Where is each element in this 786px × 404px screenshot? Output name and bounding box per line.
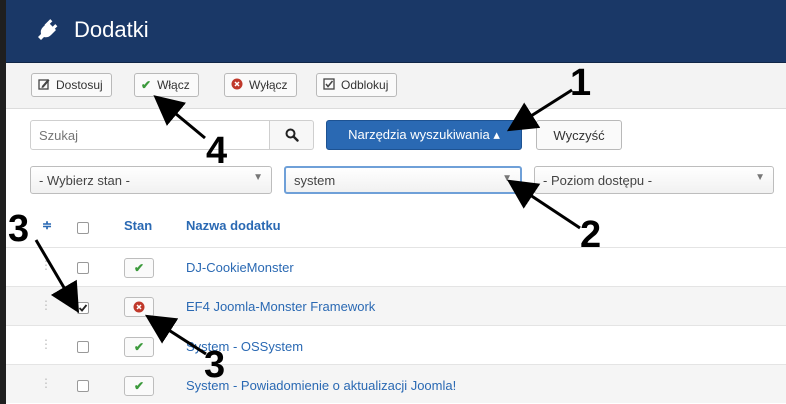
arrow-4 <box>153 95 206 140</box>
annotation-label-3a: 3 <box>8 208 30 250</box>
annotation-label-4: 4 <box>206 130 228 172</box>
arrow-2 <box>506 179 581 230</box>
arrow-3b <box>144 314 207 356</box>
arrow-3a <box>34 239 80 314</box>
annotation-label-2: 2 <box>580 214 602 256</box>
arrow-1 <box>506 88 573 132</box>
annotation-label-3b: 3 <box>204 344 226 386</box>
annotation-label-1: 1 <box>570 62 592 104</box>
annotation-arrows <box>34 88 581 356</box>
